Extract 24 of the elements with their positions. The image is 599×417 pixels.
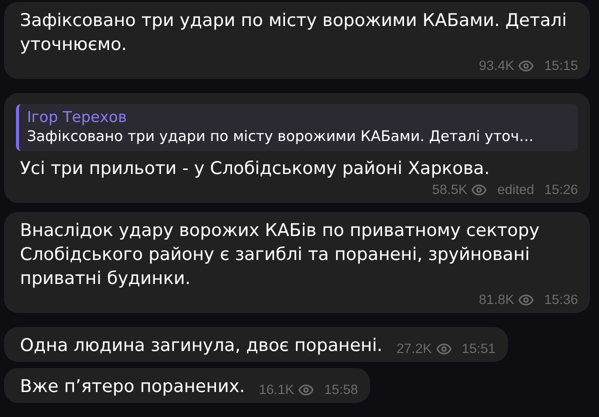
reply-author: Ігор Терехов <box>27 107 128 127</box>
view-count: 16.1K <box>258 381 294 399</box>
eye-icon <box>298 382 314 398</box>
message-text: Внаслідок удару ворожих КАБів по приватному сектору Слобідського району є загиблі та поранені, зруйновані приватні будинки. <box>20 220 540 291</box>
message-text: Одна людина загинула, двоє поранені. <box>20 335 382 358</box>
view-count: 81.8K <box>478 291 514 309</box>
message-text: Усі три прильоти - у Слобідському районі Харкова. <box>20 158 491 181</box>
eye-icon <box>471 182 488 198</box>
message-time: 15:15 <box>544 57 578 75</box>
view-count: 27.2K <box>396 340 432 358</box>
edited-label: edited <box>497 181 534 199</box>
reply-text: Зафіксовано три удари по місту ворожими КАБами. Деталі уточ… <box>27 128 535 147</box>
message-text: Зафіксовано три удари по місту ворожими КАБами. Деталі уточнюємо. <box>20 10 568 57</box>
message-time: 15:51 <box>462 340 496 358</box>
view-count: 93.4K <box>478 57 514 75</box>
eye-icon <box>518 292 534 308</box>
eye-icon <box>518 58 534 74</box>
reply-quote[interactable]: Ігор Терехов Зафіксовано три удари по місту ворожими КАБами. Деталі уточ… <box>16 104 578 151</box>
message-time: 15:36 <box>544 291 578 309</box>
message-text: Вже п’ятеро поранених. <box>20 376 245 399</box>
eye-icon <box>436 341 452 357</box>
view-count: 58.5K <box>432 181 468 199</box>
message-time: 15:58 <box>324 381 358 399</box>
message-time: 15:26 <box>544 181 578 199</box>
